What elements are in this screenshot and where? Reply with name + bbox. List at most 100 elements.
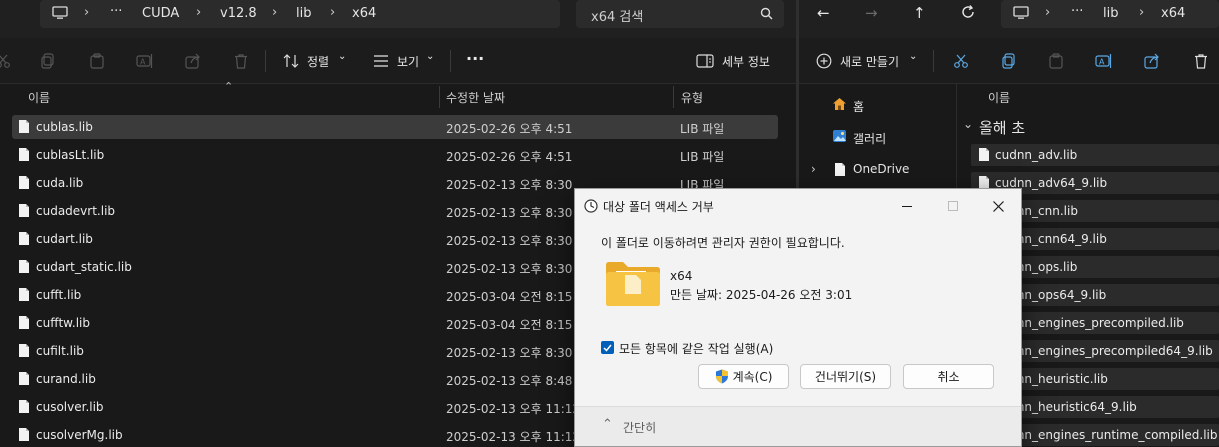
column-header-type[interactable]: 유형 bbox=[681, 89, 703, 115]
continue-label: 계속(C) bbox=[732, 370, 773, 384]
toolbar-separator bbox=[265, 50, 266, 72]
column-header-name[interactable]: 이름 bbox=[988, 89, 1010, 115]
file-date: 2025-03-04 오전 8:15 bbox=[446, 318, 573, 332]
file-name: cufilt.lib bbox=[36, 344, 84, 358]
file-name: cudnn_engines_precompiled.lib bbox=[995, 316, 1184, 330]
delete-icon[interactable] bbox=[230, 50, 252, 72]
right-address-bar[interactable]: › ··· lib › x64 bbox=[1001, 0, 1219, 28]
folder-icon bbox=[605, 261, 661, 307]
breadcrumb-item[interactable]: lib bbox=[1103, 6, 1118, 21]
delete-icon[interactable] bbox=[1190, 50, 1212, 72]
nav-item-home[interactable]: 홈 bbox=[799, 92, 957, 122]
share-icon[interactable] bbox=[1141, 50, 1163, 72]
file-type: LIB 파일 bbox=[680, 122, 725, 136]
left-address-bar[interactable]: › ··· CUDA › v12.8 › lib › x64 bbox=[40, 0, 560, 28]
file-row[interactable]: cudnn_adv.lib bbox=[971, 144, 1219, 166]
file-date: 2025-02-13 오후 11:12 bbox=[446, 402, 581, 416]
nav-item-onedrive[interactable]: › OneDrive bbox=[799, 156, 957, 186]
search-placeholder: x64 검색 bbox=[591, 10, 644, 25]
nav-item-label: 갤러리 bbox=[853, 132, 887, 146]
up-icon[interactable]: ↑ bbox=[913, 4, 926, 22]
share-icon[interactable] bbox=[182, 50, 204, 72]
maximize-button[interactable] bbox=[931, 191, 975, 221]
chevron-right-icon: › bbox=[196, 5, 202, 20]
chevron-right-icon: › bbox=[1045, 5, 1051, 20]
rename-icon[interactable]: A bbox=[134, 50, 156, 72]
details-button[interactable]: 세부 정보 bbox=[722, 53, 770, 70]
file-name: cudnn_engines_precompiled64_9.lib bbox=[995, 344, 1213, 358]
shield-icon bbox=[715, 369, 729, 384]
copy-icon[interactable] bbox=[37, 50, 59, 72]
more-options-button[interactable]: ··· bbox=[466, 49, 484, 68]
view-icon[interactable] bbox=[370, 50, 392, 72]
file-name: cusolverMg.lib bbox=[36, 428, 123, 442]
breadcrumb-item[interactable]: v12.8 bbox=[220, 6, 257, 21]
new-button[interactable]: 새로 만들기 bbox=[840, 53, 899, 70]
rename-icon[interactable]: A bbox=[1093, 50, 1115, 72]
file-icon bbox=[18, 203, 30, 218]
continue-button[interactable]: 계속(C) bbox=[698, 364, 789, 389]
column-header-name[interactable]: 이름 bbox=[28, 89, 50, 115]
close-button[interactable] bbox=[976, 191, 1020, 221]
chevron-right-icon: › bbox=[330, 5, 336, 20]
file-icon bbox=[18, 259, 30, 274]
details-pane-icon[interactable] bbox=[694, 50, 716, 72]
folder-created-date: 만든 날짜: 2025-04-26 오전 3:01 bbox=[670, 288, 853, 302]
chevron-down-icon[interactable]: ⌄ bbox=[963, 117, 973, 131]
left-search-box[interactable]: x64 검색 bbox=[576, 0, 784, 28]
column-divider[interactable] bbox=[673, 86, 674, 108]
copy-icon[interactable] bbox=[998, 50, 1020, 72]
file-name: cudadevrt.lib bbox=[36, 204, 116, 218]
sort-button[interactable]: 정렬 bbox=[307, 53, 329, 70]
cancel-button[interactable]: 취소 bbox=[903, 364, 994, 389]
breadcrumb-more[interactable]: ··· bbox=[110, 4, 122, 19]
column-divider[interactable] bbox=[439, 86, 440, 108]
apply-to-all-checkbox[interactable] bbox=[601, 341, 614, 354]
cut-icon[interactable] bbox=[950, 50, 972, 72]
file-icon bbox=[18, 287, 30, 302]
fewer-details-toggle[interactable]: 간단히 bbox=[623, 419, 656, 436]
file-icon bbox=[18, 147, 30, 162]
file-row[interactable]: cublas.lib 2025-02-26 오후 4:51 LIB 파일 bbox=[12, 115, 778, 139]
breadcrumb-item[interactable]: x64 bbox=[1161, 6, 1185, 21]
file-date: 2025-02-13 오후 8:30 bbox=[446, 178, 573, 192]
sort-icon[interactable] bbox=[280, 50, 302, 72]
file-date: 2025-02-13 오후 8:30 bbox=[446, 206, 573, 220]
add-icon[interactable] bbox=[813, 50, 835, 72]
apply-to-all-label[interactable]: 모든 항목에 같은 작업 실행(A) bbox=[619, 340, 773, 357]
dialog-title-bar[interactable]: 대상 폴더 액세스 거부 bbox=[575, 189, 1021, 223]
nav-item-gallery[interactable]: 갤러리 bbox=[799, 124, 957, 154]
dialog-footer: ⌃ 간단히 bbox=[575, 406, 1021, 446]
file-name: cudnn_adv.lib bbox=[995, 148, 1078, 162]
cut-icon[interactable] bbox=[0, 50, 14, 72]
forward-icon[interactable]: → bbox=[865, 4, 878, 22]
paste-icon[interactable] bbox=[86, 50, 108, 72]
this-pc-icon bbox=[52, 6, 68, 20]
paste-icon[interactable] bbox=[1045, 50, 1067, 72]
minimize-button[interactable] bbox=[885, 191, 929, 221]
chevron-right-icon: › bbox=[84, 5, 90, 20]
refresh-icon[interactable] bbox=[961, 5, 975, 19]
chevron-right-icon[interactable]: › bbox=[811, 162, 816, 176]
breadcrumb-item[interactable]: lib bbox=[296, 6, 311, 21]
chevron-right-icon: › bbox=[272, 5, 278, 20]
file-name: cudnn_engines_runtime_compiled.lib bbox=[995, 428, 1218, 442]
chevron-up-icon[interactable]: ⌃ bbox=[602, 417, 613, 432]
group-header[interactable]: 올해 초 bbox=[979, 117, 1025, 138]
skip-label: 건너뛰기(S) bbox=[814, 370, 877, 384]
skip-button[interactable]: 건너뛰기(S) bbox=[800, 364, 891, 389]
column-header-date[interactable]: 수정한 날짜 bbox=[446, 89, 505, 115]
chevron-right-icon: › bbox=[1139, 5, 1145, 20]
onedrive-icon bbox=[834, 162, 846, 177]
back-icon[interactable]: ← bbox=[817, 4, 830, 22]
access-denied-dialog: 대상 폴더 액세스 거부 이 폴더로 이동하려면 관리자 권한이 필요합니다. … bbox=[574, 188, 1022, 447]
file-icon bbox=[18, 315, 30, 330]
file-name: cublasLt.lib bbox=[36, 148, 105, 162]
file-date: 2025-02-13 오후 11:12 bbox=[446, 430, 581, 444]
breadcrumb-item[interactable]: CUDA bbox=[142, 6, 179, 21]
view-button[interactable]: 보기 bbox=[397, 53, 419, 70]
breadcrumb-more[interactable]: ··· bbox=[1071, 4, 1083, 19]
file-row[interactable]: cublasLt.lib 2025-02-26 오후 4:51 LIB 파일 bbox=[12, 143, 778, 167]
left-command-bar: A 정렬 ⌄ 보기 ⌄ ··· 세부 정보 bbox=[0, 38, 796, 84]
breadcrumb-item[interactable]: x64 bbox=[352, 6, 376, 21]
